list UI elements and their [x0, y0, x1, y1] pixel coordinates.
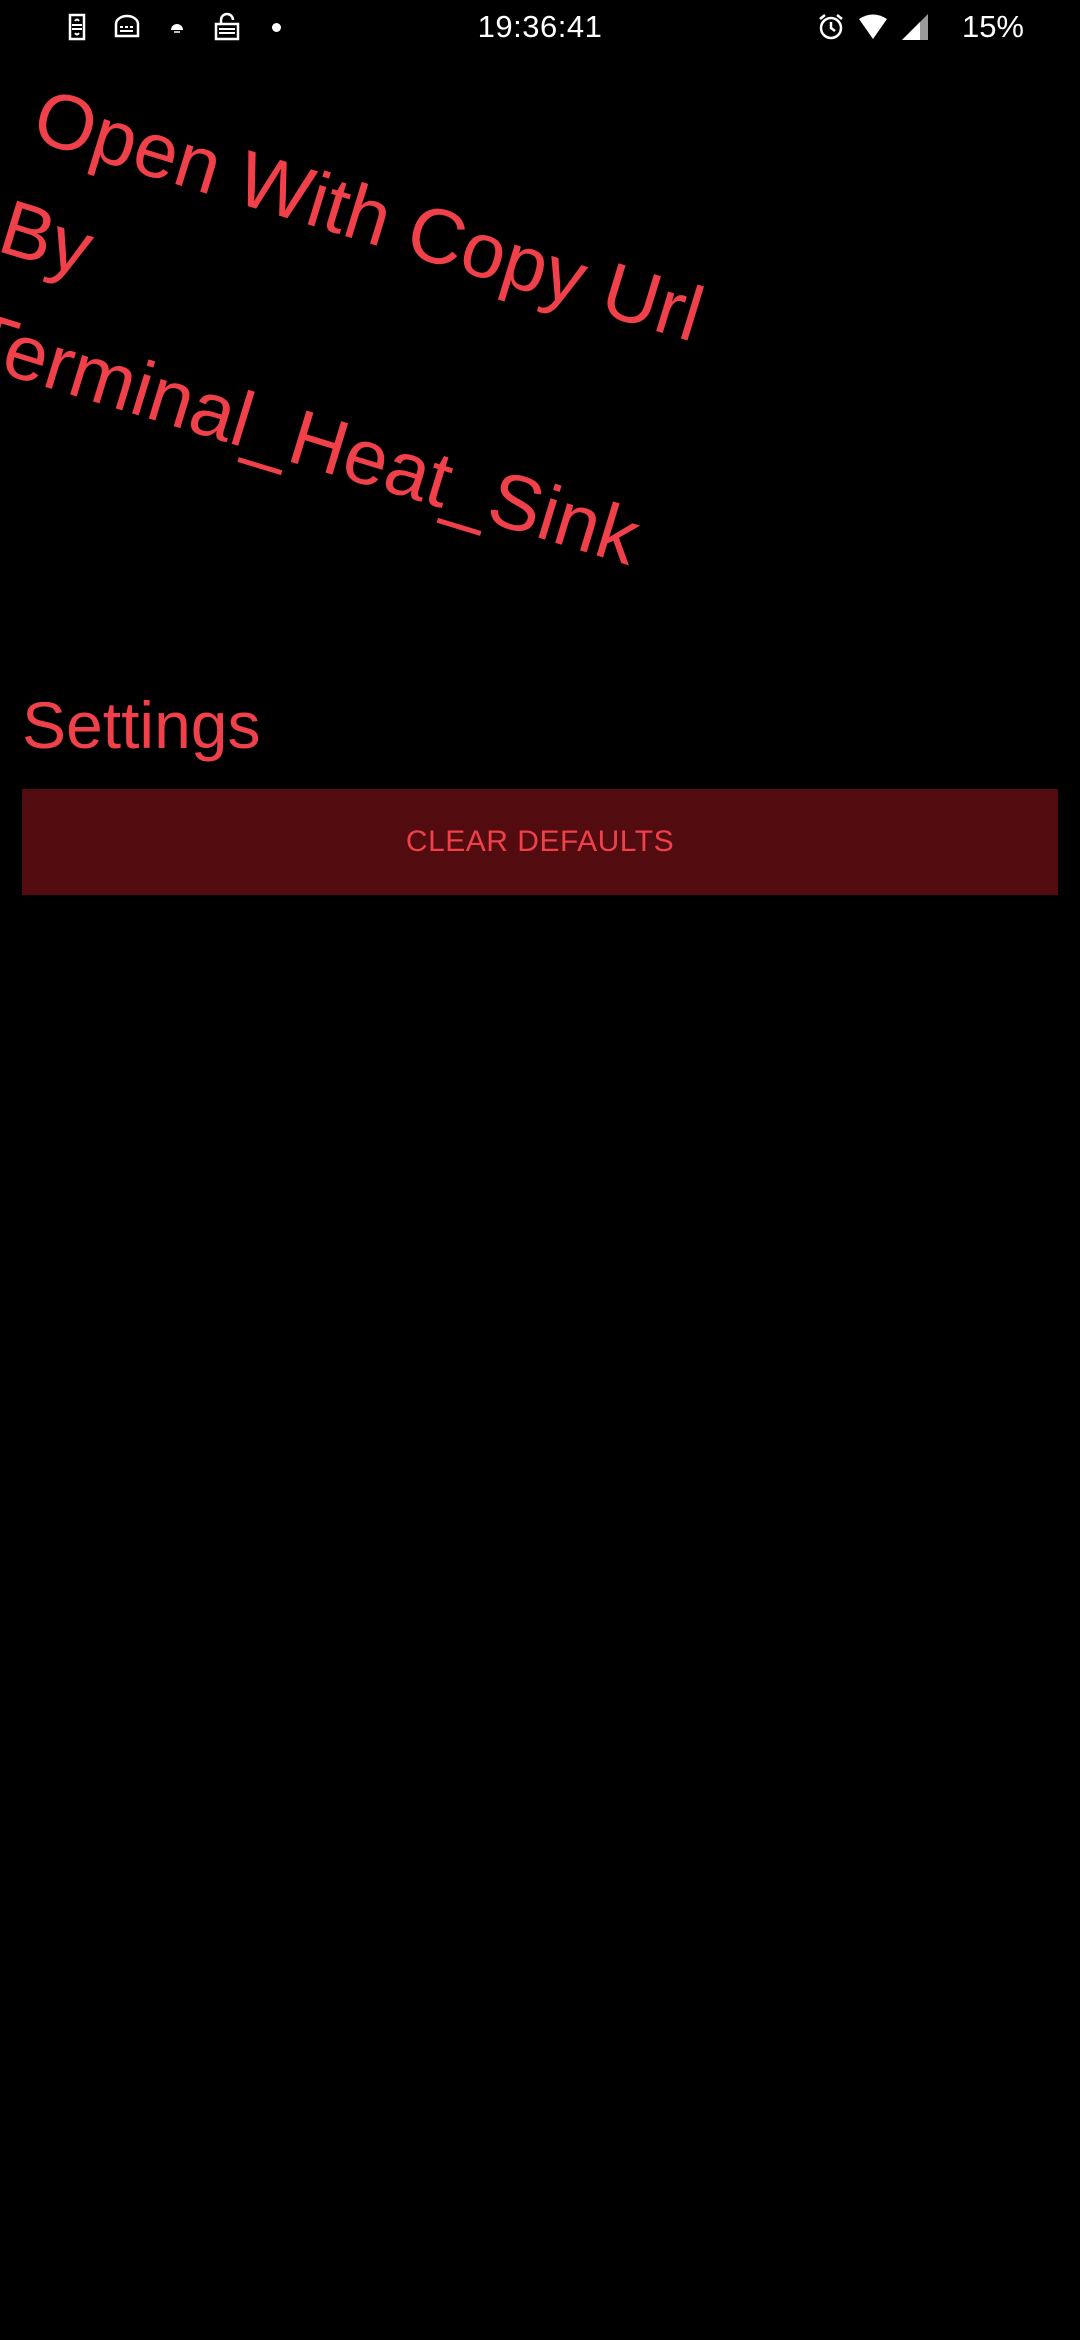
status-right-icons: 15%: [816, 8, 1024, 46]
wifi-icon: [858, 14, 887, 39]
signal-icon: [901, 14, 928, 40]
status-bar: 19:36:41 15%: [0, 0, 1080, 54]
battery-percentage: 15%: [961, 9, 1024, 44]
settings-title: Settings: [22, 688, 261, 762]
clear-defaults-button[interactable]: CLEAR DEFAULTS: [22, 789, 1058, 895]
app-banner: Open With Copy Url By Terminal_Heat_Sink: [0, 58, 722, 595]
alarm-icon: [819, 14, 843, 40]
